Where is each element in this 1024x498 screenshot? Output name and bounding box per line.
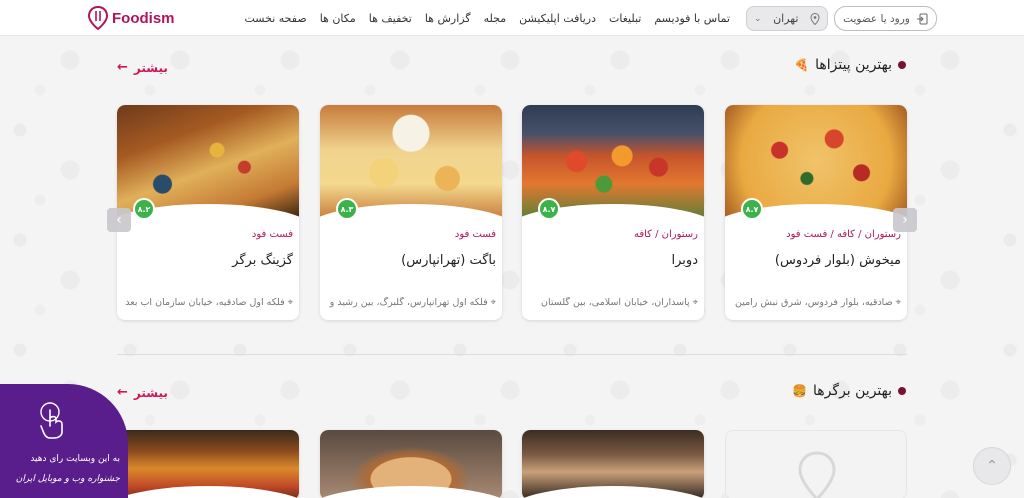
rating-badge: ۸.۲ [133, 198, 155, 220]
nav-ads[interactable]: تبلیغات [609, 12, 641, 25]
card-address-text: فلکه اول صادقیه، خیابان سازمان آب بعد [125, 297, 285, 308]
more-label: بیشتر [133, 385, 168, 400]
chevron-left-icon: ‹ [116, 212, 122, 228]
scroll-to-top-button[interactable]: ⌃ [973, 447, 1011, 485]
login-label: ورود یا عضویت [843, 12, 910, 25]
card-address: ⌖ فلکه اول صادقیه، خیابان سازمان آب بعد [123, 297, 293, 308]
card-address-text: فلکه اول تهرانپارس، گلبرگ، بین رشید و [329, 297, 488, 308]
arrow-left-icon: ← [117, 385, 128, 400]
more-link-burger[interactable]: ← بیشتر [117, 385, 168, 400]
card-category: فست فود [454, 229, 496, 240]
chevron-down-icon: ⌄ [754, 13, 762, 24]
foodism-logo[interactable]: Foodism [88, 4, 175, 32]
section-title-text: بهترین پیتزاها [815, 57, 892, 73]
card-name: دوبرا [671, 253, 698, 268]
promo-line-1: به این وبسایت رای دهید [30, 454, 120, 464]
more-link-pizza[interactable]: ← بیشتر [117, 60, 168, 75]
bullet-dot [898, 387, 906, 395]
card-address: ⌖ صادقیه، بلوار فردوس، شرق نبش رامین [731, 297, 901, 308]
promo-line-2: جشنواره وب و موبایل ایران [15, 474, 120, 484]
location-pin-icon: ⌖ [490, 297, 496, 308]
nav-contact[interactable]: تماس با فودیسم [654, 12, 730, 25]
restaurant-card[interactable]: ۸.۳ فست فود باگت (تهرانپارس) ⌖ فلکه اول … [320, 105, 502, 320]
restaurant-card[interactable]: ۸.۷ رستوران / کافه / فست فود میخوش (بلوا… [725, 105, 907, 320]
more-label: بیشتر [133, 60, 168, 75]
nav-places[interactable]: مکان ها [320, 12, 356, 25]
nav-home[interactable]: صفحه نخست [245, 12, 307, 25]
card-address: ⌖ پاسداران، خیابان اسلامی، بین گلستان [528, 297, 698, 308]
restaurant-card[interactable]: ۸.۲ فست فود گزینگ برگر ⌖ فلکه اول صادقیه… [117, 105, 299, 320]
chevron-right-icon: › [902, 212, 908, 228]
nav-magazine[interactable]: مجله [484, 12, 507, 25]
city-select[interactable]: ⌄ تهران [746, 6, 828, 31]
card-category: فست فود [251, 229, 293, 240]
section-title-burger: بهترین برگرها 🍔 [792, 383, 906, 399]
section-title-text: بهترین برگرها [813, 383, 892, 399]
restaurant-image [522, 430, 704, 498]
logo-placeholder-icon [798, 451, 836, 498]
restaurant-image [117, 430, 299, 498]
top-header: Foodism صفحه نخست مکان ها تخفیف ها گزارش… [0, 0, 1024, 36]
chevron-up-icon: ⌃ [986, 458, 998, 474]
bullet-dot [898, 61, 906, 69]
burger-icon: 🍔 [792, 384, 808, 398]
logo-pin-icon [88, 6, 108, 30]
carousel-prev-button[interactable]: ‹ [107, 208, 131, 232]
main-nav: صفحه نخست مکان ها تخفیف ها گزارش ها مجله… [245, 0, 731, 36]
restaurant-card[interactable] [320, 430, 502, 498]
restaurant-image [320, 430, 502, 498]
carousel-next-button[interactable]: › [893, 208, 917, 232]
card-name: گزینگ برگر [232, 253, 293, 268]
card-category: رستوران / کافه / فست فود [786, 229, 901, 240]
city-value: تهران [773, 12, 799, 25]
rating-badge: ۸.۳ [336, 198, 358, 220]
location-pin-icon: ⌖ [287, 297, 293, 308]
arrow-left-icon: ← [117, 60, 128, 75]
vote-promo-widget[interactable]: به این وبسایت رای دهید جشنواره وب و موبا… [0, 384, 128, 498]
rating-badge: ۸.۷ [538, 198, 560, 220]
card-name: باگت (تهرانپارس) [401, 253, 496, 268]
section-title-pizza: بهترین پیتزاها 🍕 [794, 57, 906, 73]
nav-get-app[interactable]: دریافت اپلیکیشن [519, 12, 596, 25]
login-button[interactable]: ورود یا عضویت [834, 6, 937, 31]
pizza-icon: 🍕 [794, 58, 810, 72]
restaurant-card[interactable]: ۸.۷ رستوران / کافه دوبرا ⌖ پاسداران، خیا… [522, 105, 704, 320]
location-pin-icon [810, 12, 820, 25]
card-name: میخوش (بلوار فردوس) [774, 253, 901, 268]
logo-text: Foodism [112, 9, 175, 27]
section-divider [117, 354, 907, 355]
tap-hand-icon [40, 402, 63, 439]
nav-reports[interactable]: گزارش ها [425, 12, 471, 25]
login-icon [916, 13, 928, 24]
nav-discounts[interactable]: تخفیف ها [369, 12, 412, 25]
card-address: ⌖ فلکه اول تهرانپارس، گلبرگ، بین رشید و [326, 297, 496, 308]
restaurant-card[interactable] [522, 430, 704, 498]
card-category: رستوران / کافه [633, 229, 698, 240]
restaurant-card[interactable] [117, 430, 299, 498]
location-pin-icon: ⌖ [692, 297, 698, 308]
location-pin-icon: ⌖ [895, 297, 901, 308]
rating-badge: ۸.۷ [741, 198, 763, 220]
restaurant-card-placeholder[interactable] [725, 430, 907, 498]
card-address-text: پاسداران، خیابان اسلامی، بین گلستان [541, 297, 690, 308]
card-address-text: صادقیه، بلوار فردوس، شرق نبش رامین [734, 297, 893, 308]
